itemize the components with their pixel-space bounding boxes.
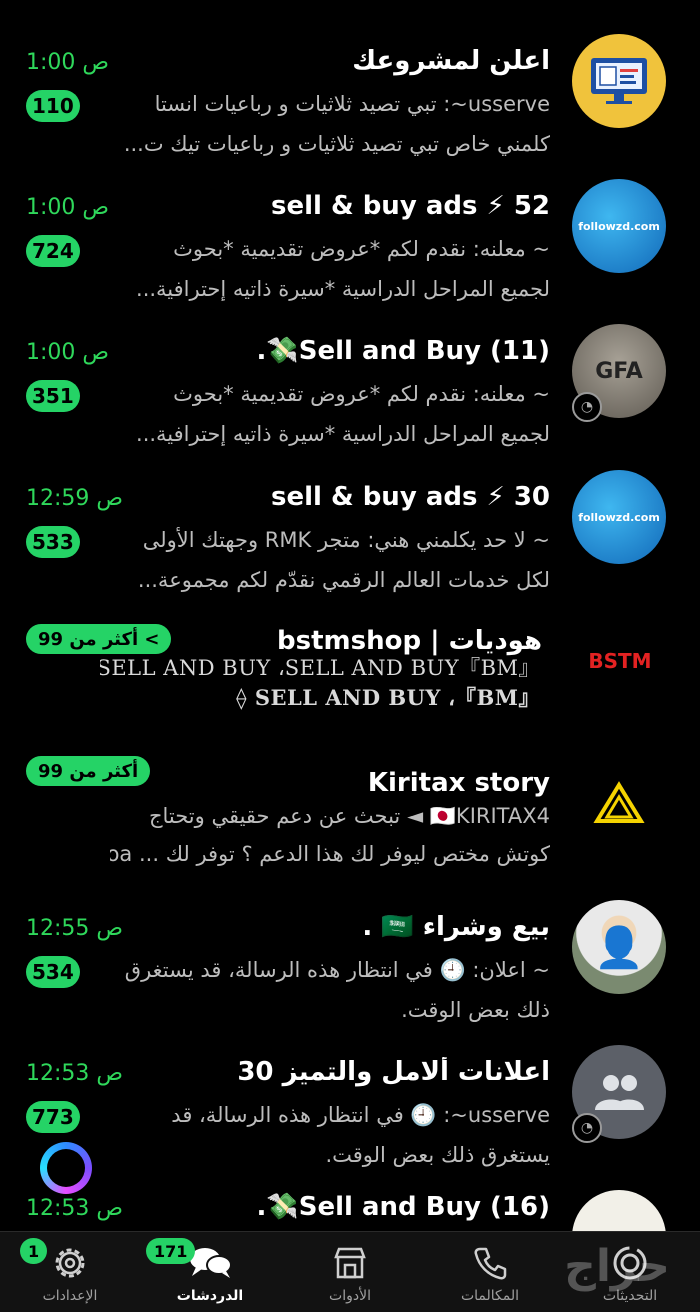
- chat-time: 1:00 ص: [26, 50, 110, 75]
- avatar[interactable]: followzd.com: [572, 179, 666, 273]
- message-preview: ~ معلنه: نقدم لكم *عروض تقديمية *بحوث: [173, 237, 550, 261]
- avatar-label: GFA: [595, 358, 643, 384]
- avatar[interactable]: [572, 756, 666, 850]
- unread-badge: 533: [26, 526, 80, 558]
- unread-badge: 724: [26, 235, 80, 267]
- tab-badge: 171: [146, 1238, 196, 1264]
- message-preview: ~ معلنه: نقدم لكم *عروض تقديمية *بحوث: [173, 382, 550, 406]
- chat-row[interactable]: ◔ اعلانات ألامل والتميز 30 12:53 ص 773 u…: [0, 1031, 700, 1176]
- message-preview: usserve~: تبي تصيد ثلاثيات و رباعيات انس…: [154, 92, 550, 116]
- tab-chats[interactable]: الدردشات 171: [140, 1232, 280, 1312]
- avatar-label: followzd.com: [578, 219, 660, 233]
- message-preview: لجميع المراحل الدراسية *سيرة ذاتيه إحترا…: [136, 277, 550, 301]
- group-icon: [595, 1075, 644, 1110]
- tab-label: المكالمات: [460, 1288, 520, 1304]
- message-preview: لكل خدمات العالم الرقمي نقدّم لكم مجموعة…: [137, 568, 550, 592]
- chat-row[interactable]: GFA ◔ Sell and Buy (11)💸. 1:00 ص 351 ~ م…: [0, 310, 700, 455]
- chat-title: اعلن لمشروعك: [352, 46, 550, 76]
- chat-time: 12:53 ص: [26, 1196, 124, 1221]
- chat-row[interactable]: BSTM هوديات | bstmshop أكثر من 99 < 『BM』…: [0, 600, 700, 745]
- tab-label: الإعدادات: [42, 1288, 98, 1304]
- chat-time: 12:53 ص: [26, 1061, 124, 1086]
- message-preview: ~ اعلان: 🕘 في انتظار هذه الرسالة، قد يست…: [124, 958, 550, 982]
- chat-row[interactable]: Sell and Buy (16)💸. 12:53 ص: [0, 1176, 700, 1232]
- message-preview: يستغرق ذلك بعض الوقت.: [325, 1143, 550, 1167]
- chat-title: Sell and Buy (11)💸.: [256, 336, 550, 366]
- chat-time: 12:55 ص: [26, 916, 124, 941]
- tab-label: الدردشات: [176, 1288, 244, 1304]
- chat-row[interactable]: Kiritax story أكثر من 99 🇯🇵KIRITAX4 ◄ تب…: [0, 742, 700, 887]
- chat-time: 12:59 ص: [26, 486, 124, 511]
- chat-title: 30 ⚡ sell & buy ads: [270, 482, 550, 512]
- message-preview: لجميع المراحل الدراسية *سيرة ذاتيه إحترا…: [136, 422, 550, 446]
- tab-settings[interactable]: الإعدادات 1: [0, 1232, 140, 1312]
- message-preview: ذلك بعض الوقت.: [401, 998, 550, 1022]
- chat-row[interactable]: اعلن لمشروعك 1:00 ص 110 usserve~: تبي تص…: [0, 20, 700, 165]
- avatar[interactable]: 👤: [572, 900, 666, 994]
- tab-calls[interactable]: المكالمات: [420, 1232, 560, 1312]
- chat-title: بيع وشراء 🇸🇦 .: [362, 912, 550, 942]
- avatar[interactable]: BSTM: [580, 614, 660, 708]
- avatar[interactable]: followzd.com: [572, 470, 666, 564]
- tab-tools[interactable]: الأدوات: [280, 1232, 420, 1312]
- unread-badge: 534: [26, 956, 80, 988]
- status-ring-icon: ◔: [572, 1113, 602, 1143]
- message-preview: كوتش مختص ليوفر لك هذا الدعم ؟ توفر لك .…: [110, 842, 550, 866]
- chat-title: اعلانات ألامل والتميز 30: [237, 1057, 550, 1087]
- chat-time: 1:00 ص: [26, 195, 110, 220]
- unread-badge: 351: [26, 380, 80, 412]
- tab-label: الأدوات: [329, 1288, 371, 1304]
- avatar[interactable]: [572, 34, 666, 128]
- gear-icon: [50, 1242, 90, 1284]
- chat-list: اعلن لمشروعك 1:00 ص 110 usserve~: تبي تص…: [0, 0, 700, 1232]
- chat-row[interactable]: followzd.com 30 ⚡ sell & buy ads 12:59 ص…: [0, 456, 700, 601]
- message-preview: ~ لا حد يكلمني هني: متجر RMK وجهتك الأول…: [142, 528, 550, 552]
- watermark: حراج: [564, 1241, 670, 1292]
- unread-badge: أكثر من 99: [26, 756, 151, 786]
- avatar-label: followzd.com: [578, 510, 660, 524]
- message-preview: 『BM』، SELL AND BUY ⟠: [236, 685, 540, 710]
- unread-badge: 773: [26, 1101, 80, 1133]
- tab-badge: 1: [20, 1238, 48, 1264]
- store-icon: [330, 1242, 370, 1284]
- chat-title: 52 ⚡ sell & buy ads: [270, 191, 550, 221]
- chat-title: Sell and Buy (16)💸.: [256, 1192, 550, 1222]
- avatar[interactable]: [572, 1190, 666, 1232]
- message-preview: 🇯🇵KIRITAX4 ◄ تبحث عن دعم حقيقي وتحتاج: [148, 804, 550, 828]
- chat-row[interactable]: followzd.com 52 ⚡ sell & buy ads 1:00 ص …: [0, 165, 700, 310]
- chat-time: 1:00 ص: [26, 340, 110, 365]
- person-icon: 👤: [594, 924, 644, 971]
- chat-row[interactable]: 👤 بيع وشراء 🇸🇦 . 12:55 ص 534 ~ اعلان: 🕘 …: [0, 886, 700, 1031]
- monitor-icon: [591, 58, 647, 104]
- siri-icon[interactable]: [40, 1142, 92, 1194]
- unread-badge: 110: [26, 90, 80, 122]
- triangle-logo-icon: [593, 781, 645, 823]
- status-ring-icon: ◔: [572, 392, 602, 422]
- message-preview: كلمني خاص تبي تصيد ثلاثيات و رباعيات تيك…: [123, 132, 550, 156]
- phone-icon: [470, 1242, 510, 1284]
- avatar-label: BSTM: [588, 649, 652, 673]
- message-preview: usserve~: 🕘 في انتظار هذه الرسالة، قد: [171, 1103, 550, 1127]
- chat-title: Kiritax story: [367, 768, 550, 798]
